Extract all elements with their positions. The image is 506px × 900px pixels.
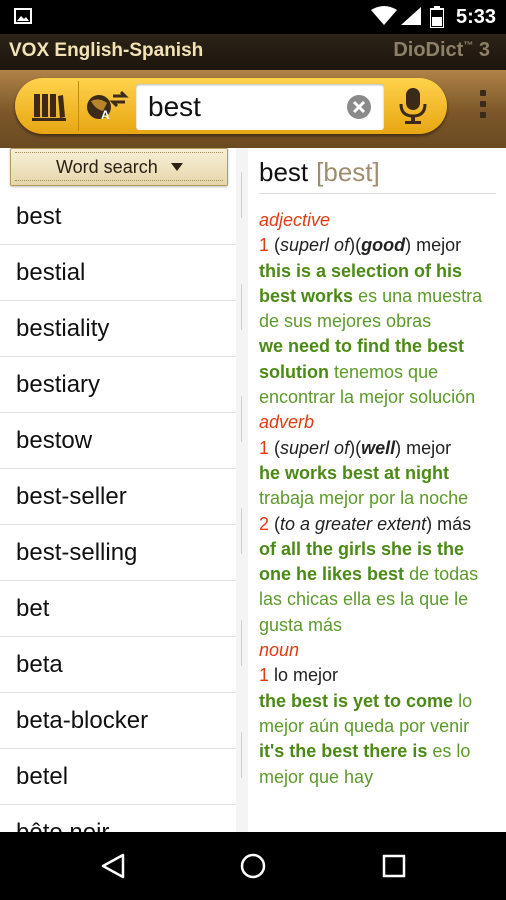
pronunciation: [best] <box>316 157 380 187</box>
word-list-item[interactable]: betel <box>0 749 238 805</box>
clear-search-icon[interactable] <box>346 94 372 120</box>
example-english: it's the best there is <box>259 741 428 762</box>
signal-icon <box>401 7 421 25</box>
word-list-item[interactable]: bestiality <box>0 301 238 357</box>
clock: 5:33 <box>456 6 497 28</box>
word-label: bestow <box>16 427 93 454</box>
library-button[interactable] <box>20 81 79 131</box>
word-list: best bestial bestiality bestiary bestow … <box>0 189 238 832</box>
word-label: beta-blocker <box>16 707 149 734</box>
grammar-note: superl of <box>280 437 350 458</box>
translation: más <box>437 513 472 534</box>
translation: mejor <box>406 437 452 458</box>
stitch-decoration <box>15 180 223 182</box>
pane-divider-handle[interactable] <box>236 148 248 832</box>
search-toolbar: A <box>0 70 506 148</box>
grammar-paren: ) <box>395 437 402 458</box>
app-title-bar: VOX English-Spanish DioDict™ 3 <box>0 34 506 70</box>
entry-header: best [best] <box>259 157 380 188</box>
globe-swap-icon: A <box>87 90 129 122</box>
example: it's the best there is es lo mejor que h… <box>259 739 499 790</box>
word-label: best <box>16 203 62 230</box>
example-spanish: trabaja mejor por la noche <box>259 488 469 509</box>
grammar-paren: )( <box>349 235 362 256</box>
sense: 1 lo mejor <box>259 663 499 688</box>
header-divider <box>259 193 496 194</box>
grammar-paren: )( <box>349 437 362 458</box>
example-english: the best is yet to come <box>259 690 454 711</box>
example-english: he works best at night <box>259 462 450 483</box>
app-title: VOX English-Spanish <box>9 40 204 61</box>
stitch-decoration <box>15 152 223 154</box>
recent-apps-icon[interactable] <box>380 852 408 880</box>
example: we need to find the best solution tenemo… <box>259 334 499 410</box>
part-of-speech: adverb <box>259 412 315 433</box>
word-list-item[interactable]: bestow <box>0 413 238 469</box>
voice-search-icon[interactable] <box>398 86 428 126</box>
translation: mejor <box>416 235 462 256</box>
word-list-item[interactable]: best <box>0 189 238 245</box>
image-notification-icon <box>14 8 32 24</box>
word-list-item[interactable]: bestiary <box>0 357 238 413</box>
word-list-item[interactable]: bet <box>0 581 238 637</box>
brand-name: DioDict <box>393 39 464 61</box>
translation: lo mejor <box>274 665 339 686</box>
part-of-speech: noun <box>259 640 300 661</box>
word-label: betel <box>16 763 69 790</box>
word-list-item[interactable]: beta <box>0 637 238 693</box>
entry-pane: best [best] adjective 1 (superl of)(good)… <box>248 148 506 832</box>
example: he works best at night trabaja mejor por… <box>259 461 499 512</box>
grammar-word: well <box>361 437 396 458</box>
word-list-item[interactable]: best-selling <box>0 525 238 581</box>
grammar-note: to a greater extent <box>280 513 427 534</box>
word-label: bête noir <box>16 819 109 832</box>
word-label: best-selling <box>16 539 138 566</box>
battery-icon <box>430 6 444 28</box>
sense: 1 (superl of)(good) mejor <box>259 233 499 258</box>
word-search-label: Word search <box>56 157 158 177</box>
headword: best <box>259 157 309 187</box>
word-list-item[interactable]: best-seller <box>0 469 238 525</box>
sense-number: 1 <box>259 437 270 458</box>
word-label: bestial <box>16 259 86 286</box>
grammar-paren: ) <box>405 235 412 256</box>
sense-number: 1 <box>259 235 270 256</box>
brand-version: 3 <box>478 39 490 61</box>
grammar-note: superl of <box>280 235 350 256</box>
example: this is a selection of his best works es… <box>259 259 499 335</box>
grammar-paren: ) <box>426 513 433 534</box>
word-list-item[interactable]: beta-blocker <box>0 693 238 749</box>
word-list-pane: Word search best bestial bestiality best… <box>0 148 243 832</box>
status-bar: 5:33 <box>0 0 506 34</box>
dropdown-arrow-icon <box>171 163 183 171</box>
example: the best is yet to come lo mejor aún que… <box>259 689 499 740</box>
word-search-dropdown[interactable]: Word search <box>10 148 228 186</box>
sense-number: 1 <box>259 665 270 686</box>
home-icon[interactable] <box>239 852 267 880</box>
sense: 2 (to a greater extent) más <box>259 512 499 537</box>
part-of-speech: adjective <box>259 210 331 230</box>
word-label: bestiary <box>16 371 101 398</box>
search-input[interactable] <box>148 88 344 126</box>
word-list-item[interactable]: bestial <box>0 245 238 301</box>
sense: 1 (superl of)(well) mejor <box>259 436 499 461</box>
back-icon[interactable] <box>99 852 127 880</box>
overflow-menu-icon[interactable] <box>478 90 488 122</box>
word-label: best-seller <box>16 483 127 510</box>
svg-text:A: A <box>101 108 110 122</box>
books-icon <box>32 94 66 121</box>
word-list-item[interactable]: bête noir <box>0 805 238 832</box>
example: of all the girls she is the one he likes… <box>259 537 499 638</box>
brand-trademark: ™ <box>463 40 474 52</box>
entry-body: adjective 1 (superl of)(good) mejor this… <box>259 208 499 790</box>
language-switch-button[interactable]: A <box>80 81 134 131</box>
system-navigation-bar <box>0 832 506 900</box>
wifi-icon <box>371 6 397 25</box>
word-label: beta <box>16 651 63 678</box>
word-label: bestiality <box>16 315 110 342</box>
brand-logo: DioDict™ 3 <box>393 39 490 62</box>
word-label: bet <box>16 595 50 622</box>
grammar-word: good <box>361 235 406 256</box>
sense-number: 2 <box>259 513 270 534</box>
